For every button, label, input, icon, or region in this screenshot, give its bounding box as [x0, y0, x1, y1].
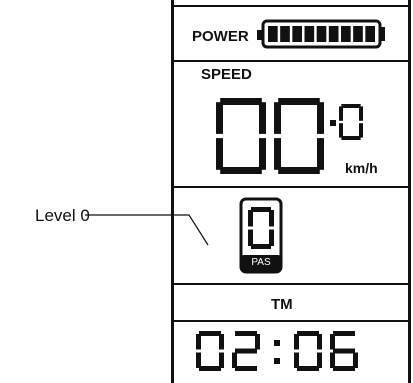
clock-hour-1-segment-e: [232, 352, 237, 368]
battery-icon: [257, 19, 385, 49]
clock-hour-0-segment-b: [219, 334, 224, 350]
speed-readout: [216, 98, 326, 174]
speed-digit-0-segment-d: [220, 167, 262, 174]
clock-hour-0-segment-e: [196, 352, 201, 368]
divider-power-speed: [171, 60, 411, 62]
clock-hour-1-segment-d: [235, 366, 257, 371]
battery-cell: [353, 26, 363, 42]
clock-minute-0-segment-f: [294, 334, 299, 350]
battery-cell: [292, 26, 302, 42]
clock-minute-1-segment-d: [333, 366, 355, 371]
speed-digit-0-segment-a: [220, 98, 262, 105]
battery-cell: [268, 26, 278, 42]
speed-decimal-readout: [339, 104, 365, 140]
speed-decimal-segment-b: [359, 106, 363, 121]
clock-colon-dot: [274, 340, 280, 346]
display-panel-right-border: [408, 0, 411, 383]
trip-time-clock: [196, 327, 366, 373]
pas-level-digit: [248, 207, 274, 249]
clock-hour-0-segment-f: [196, 334, 201, 350]
speed-decimal-digit: [339, 104, 363, 140]
speed-digit-1-segment-d: [278, 167, 320, 174]
speed-unit: km/h: [345, 160, 378, 176]
speed-digit-1-segment-f: [274, 102, 281, 134]
clock-hour-0-segment-c: [219, 352, 224, 368]
clock-separator-value: :: [0, 0, 1, 1]
pas-digit-segment-c: [269, 229, 274, 246]
divider-top: [171, 5, 411, 7]
speed-decimal-segment-d: [341, 136, 361, 140]
divider-speed-pas: [171, 186, 411, 188]
clock-minute-0-segment-b: [317, 334, 322, 350]
speed-decimal-segment-f: [339, 106, 343, 121]
speed-digit-0-segment-b: [259, 102, 266, 134]
pas-digit-segment-a: [251, 207, 271, 212]
clock-colon-dot: [274, 358, 280, 364]
clock-minute-1-segment-a: [333, 331, 355, 336]
display-panel-left-border: [171, 0, 174, 383]
pas-digit-segment-b: [269, 210, 274, 227]
speed-label: SPEED: [201, 66, 252, 83]
speed-digit-0-segment-c: [259, 138, 266, 170]
pas-digit-value: 0: [0, 0, 1, 1]
trip-time-digits: [196, 331, 358, 371]
clock-minutes-value: 06: [0, 0, 1, 1]
pas-indicator: PAS: [239, 197, 283, 274]
speed-digit-1-segment-a: [278, 98, 320, 105]
battery-cell: [316, 26, 327, 42]
speed-digit-0-segment-e: [216, 138, 223, 170]
pas-digit-segment-d: [251, 244, 271, 249]
divider-tm-clock: [171, 320, 411, 322]
speed-digit-1-segment-e: [274, 138, 281, 170]
battery-gauge: [256, 19, 388, 49]
battery-cell: [280, 26, 290, 42]
pas-label: PAS: [251, 257, 271, 268]
battery-cell: [341, 26, 351, 42]
clock-minute-0-segment-e: [294, 352, 299, 368]
clock-minute-1-segment-g: [333, 348, 355, 354]
speed-digit-0-segment-f: [216, 102, 223, 134]
clock-hour-1-segment-a: [235, 331, 257, 336]
level-callout-text: Level 0: [35, 206, 90, 225]
clock-minute-1-segment-f: [330, 334, 335, 350]
speed-decimal-point: [330, 120, 336, 126]
speed-decimal-segment-e: [339, 123, 343, 138]
battery-cell: [328, 26, 339, 42]
battery-cell: [304, 26, 315, 42]
clock-hours-value: 02: [0, 0, 1, 1]
clock-hour-1-segment-g: [235, 348, 257, 354]
clock-minute-1-segment-c: [353, 352, 358, 368]
clock-minute-0-segment-d: [297, 366, 319, 371]
pas-digit-segment-f: [248, 210, 253, 227]
speed-digit-1-segment-c: [317, 138, 324, 170]
speed-decimal-segment-c: [359, 123, 363, 138]
speed-decimal-segment-a: [341, 104, 361, 108]
clock-hour-1-segment-b: [255, 334, 260, 350]
trip-time-label: TM: [271, 296, 293, 313]
clock-minute-0-segment-c: [317, 352, 322, 368]
divider-pas-tm: [171, 283, 411, 285]
speed-decimal-value: 0: [0, 0, 1, 1]
speed-digit-1-segment-b: [317, 102, 324, 134]
callout-leader-line: [85, 214, 209, 246]
clock-hour-0-segment-d: [199, 366, 221, 371]
clock-minute-1-segment-e: [330, 352, 335, 368]
speed-integer-digits: [216, 98, 324, 174]
battery-cell: [365, 26, 375, 42]
clock-minute-0-segment-a: [297, 331, 319, 336]
power-label: POWER: [192, 28, 249, 45]
pas-digit-segment-e: [248, 229, 253, 246]
clock-hour-0-segment-a: [199, 331, 221, 336]
speed-integer-value: 00: [0, 0, 1, 1]
